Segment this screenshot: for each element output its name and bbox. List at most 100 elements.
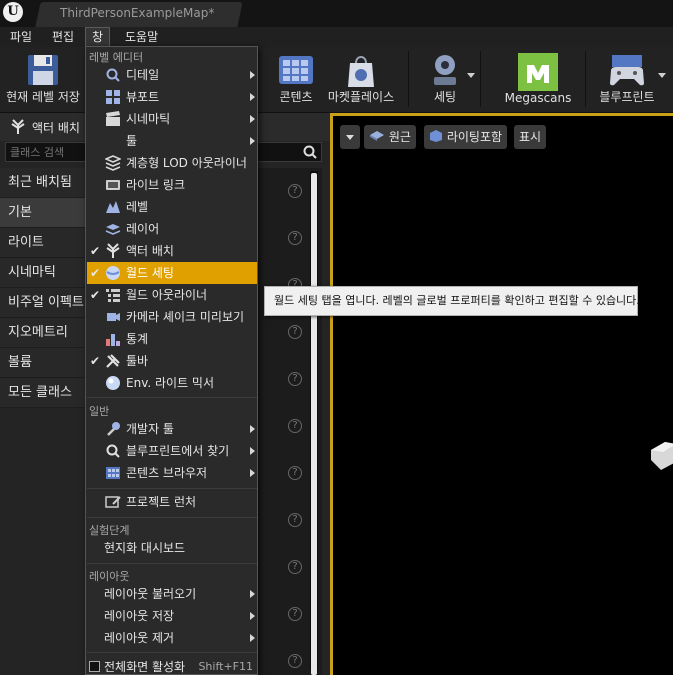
submenu-arrow-icon — [250, 71, 255, 79]
find-in-blueprints-icon — [106, 444, 120, 458]
megascans-icon — [518, 53, 558, 91]
help-icon[interactable]: ? — [288, 607, 302, 621]
category-visual-effects[interactable]: 비주얼 이펙트 — [0, 288, 86, 318]
menu-item-world-outliner[interactable]: ✔ 월드 아웃라이너 — [87, 284, 257, 306]
content-browser-icon — [106, 467, 120, 479]
section-general: 일반 — [89, 405, 110, 418]
menu-item-remove-layout[interactable]: 레이아웃 제거 — [87, 627, 257, 649]
menu-item-enable-fullscreen[interactable]: 전체화면 활성화 Shift+F11 — [87, 656, 257, 675]
view-mode-lit-button[interactable]: 라이팅포함 — [424, 125, 508, 149]
menu-item-localization-dashboard[interactable]: 현지화 대시보드 — [87, 537, 257, 559]
submenu-arrow-icon — [250, 590, 255, 598]
fullscreen-checkbox[interactable] — [89, 661, 100, 672]
category-list: 최근 배치됨 기본 라이트 시네마틱 비주얼 이펙트 지오메트리 볼륨 모든 클… — [0, 168, 86, 408]
actor-list-scroll-thumb[interactable] — [311, 173, 317, 675]
menu-item-cinematics[interactable]: 시네마틱 — [87, 108, 257, 130]
level-viewport[interactable]: 원근 라이팅포함 표시 — [330, 113, 673, 675]
marketplace-label: 마켓플레이스 — [327, 90, 395, 104]
category-lights[interactable]: 라이트 — [0, 228, 86, 258]
blueprints-label: 블루프린트 — [599, 90, 655, 104]
menu-item-label: 액터 배치 — [126, 244, 174, 258]
menu-window[interactable]: 창 — [85, 27, 111, 47]
menu-item-project-launcher[interactable]: 프로젝트 런처 — [87, 491, 257, 513]
category-recently-placed[interactable]: 최근 배치됨 — [0, 168, 86, 198]
menu-file[interactable]: 파일 — [4, 27, 38, 47]
menu-item-load-layout[interactable]: 레이아웃 불러오기 — [87, 583, 257, 605]
place-actors-icon — [106, 243, 120, 258]
menu-item-label: 레이어 — [126, 222, 160, 236]
help-icon[interactable]: ? — [288, 654, 302, 668]
menu-separator — [87, 488, 257, 489]
toolbar-separator — [480, 51, 481, 107]
menu-item-world-settings[interactable]: ✔ 월드 세팅 — [87, 262, 257, 284]
menu-edit[interactable]: 편집 — [46, 27, 80, 47]
unreal-logo-icon[interactable]: U — [3, 2, 23, 22]
submenu-arrow-icon — [250, 447, 255, 455]
blueprints-button[interactable]: 블루프린트 — [592, 47, 662, 111]
menu-item-hlod-outliner[interactable]: 계층형 LOD 아웃라이너 — [87, 152, 257, 174]
menu-item-levels[interactable]: 레벨 — [87, 196, 257, 218]
menu-item-label: 통계 — [126, 332, 149, 346]
save-current-level-button[interactable]: 현재 레벨 저장 — [0, 47, 86, 111]
content-button[interactable]: 콘텐츠 — [270, 47, 322, 111]
perspective-label: 원근 — [388, 130, 411, 144]
category-cinematic[interactable]: 시네마틱 — [0, 258, 86, 288]
help-icon[interactable]: ? — [288, 325, 302, 339]
menu-bar: 파일 편집 창 도움말 — [0, 27, 673, 47]
details-icon — [106, 68, 120, 82]
menu-item-developer-tools[interactable]: 개발자 툴 — [87, 418, 257, 440]
menu-help[interactable]: 도움말 — [119, 27, 164, 47]
menu-item-find-in-blueprints[interactable]: 블루프린트에서 찾기 — [87, 440, 257, 462]
menu-item-label: 툴바 — [126, 354, 149, 368]
camera-shake-icon — [107, 313, 120, 321]
category-all-classes[interactable]: 모든 클래스 — [0, 378, 86, 408]
menu-item-env-light-mixer[interactable]: Env. 라이트 믹서 — [87, 372, 257, 394]
menu-item-tools[interactable]: 툴 — [87, 130, 257, 152]
search-icon[interactable] — [303, 145, 317, 159]
menu-item-save-layout[interactable]: 레이아웃 저장 — [87, 605, 257, 627]
world-settings-icon — [106, 266, 120, 280]
viewport-options-button[interactable] — [340, 125, 360, 149]
help-icon[interactable]: ? — [288, 184, 302, 198]
help-icon[interactable]: ? — [288, 560, 302, 574]
menu-item-layers[interactable]: 레이어 — [87, 218, 257, 240]
megascans-button[interactable]: Megascans — [500, 47, 576, 111]
show-button[interactable]: 표시 — [514, 125, 547, 149]
section-experimental: 실험단계 — [89, 524, 130, 537]
blueprints-dropdown-arrow-icon[interactable] — [658, 73, 666, 78]
menu-item-label: 블루프린트에서 찾기 — [126, 444, 230, 458]
settings-dropdown-arrow-icon[interactable] — [467, 73, 475, 78]
perspective-button[interactable]: 원근 — [364, 125, 416, 149]
show-label: 표시 — [519, 130, 542, 144]
submenu-arrow-icon — [250, 425, 255, 433]
help-icon[interactable]: ? — [288, 466, 302, 480]
menu-item-statistics[interactable]: 통계 — [87, 328, 257, 350]
menu-item-details[interactable]: 디테일 — [87, 64, 257, 86]
menu-separator — [87, 397, 257, 398]
layers-icon — [105, 224, 121, 235]
menu-item-camera-shake-preview[interactable]: 카메라 셰이크 미리보기 — [87, 306, 257, 328]
menu-item-label: 디테일 — [126, 68, 160, 82]
help-icon[interactable]: ? — [288, 513, 302, 527]
settings-button[interactable]: 세팅 — [420, 47, 470, 111]
category-geometry[interactable]: 지오메트리 — [0, 318, 86, 348]
window-menu-dropdown: 레벨 에디터 디테일 뷰포트 시네마틱 툴 계층형 LOD 아웃라이너 라이브 … — [85, 46, 258, 675]
help-icon[interactable]: ? — [288, 231, 302, 245]
level-mesh-cube — [651, 442, 673, 470]
env-light-mixer-icon — [106, 376, 120, 390]
marketplace-button[interactable]: 마켓플레이스 — [325, 47, 397, 111]
menu-item-place-actors[interactable]: ✔ 액터 배치 — [87, 240, 257, 262]
help-icon[interactable]: ? — [288, 419, 302, 433]
world-outliner-icon — [106, 289, 120, 302]
category-basic[interactable]: 기본 — [0, 198, 86, 228]
checkmark-icon: ✔ — [90, 354, 101, 368]
category-volumes[interactable]: 볼륨 — [0, 348, 86, 378]
menu-item-label: 레이아웃 불러오기 — [104, 587, 197, 601]
menu-item-content-browser[interactable]: 콘텐츠 브라우저 — [87, 462, 257, 484]
checkmark-icon: ✔ — [90, 288, 101, 302]
menu-item-live-link[interactable]: 라이브 링크 — [87, 174, 257, 196]
menu-item-toolbar[interactable]: ✔ 툴바 — [87, 350, 257, 372]
menu-item-viewports[interactable]: 뷰포트 — [87, 86, 257, 108]
help-icon[interactable]: ? — [288, 372, 302, 386]
save-icon — [28, 55, 58, 85]
